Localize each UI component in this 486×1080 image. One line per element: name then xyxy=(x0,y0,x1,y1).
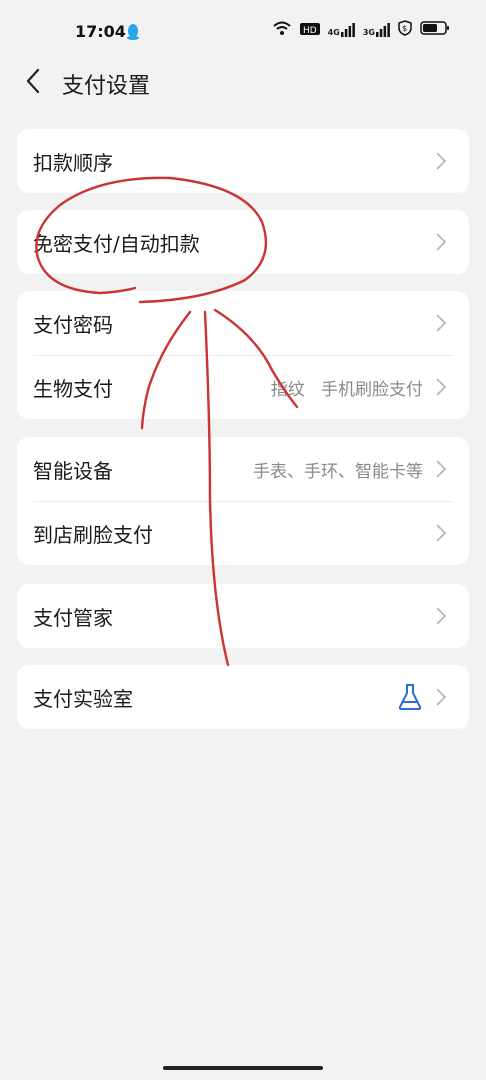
hd-icon: HD xyxy=(299,21,320,40)
shield-icon: $ xyxy=(398,20,412,40)
row-pay-manager[interactable]: 支付管家 xyxy=(17,584,469,648)
row-pay-password[interactable]: 支付密码 xyxy=(17,291,469,355)
row-smart-devices[interactable]: 智能设备 手表、手环、智能卡等 xyxy=(17,437,469,501)
row-label: 扣款顺序 xyxy=(33,150,113,175)
row-label: 支付管家 xyxy=(33,605,113,630)
status-bar: 17:04 HD 4G 3G $ xyxy=(0,0,486,60)
back-button[interactable] xyxy=(18,66,48,100)
chevron-right-icon xyxy=(435,378,447,396)
signal-3g-icon: 3G xyxy=(363,23,390,37)
flask-icon xyxy=(397,683,423,715)
svg-text:$: $ xyxy=(402,24,407,33)
battery-icon xyxy=(420,20,450,40)
wifi-icon xyxy=(272,20,292,40)
chevron-left-icon xyxy=(25,68,41,98)
chevron-right-icon xyxy=(435,607,447,625)
card-devices: 智能设备 手表、手环、智能卡等 到店刷脸支付 xyxy=(17,437,469,565)
card-pay-lab: 支付实验室 xyxy=(17,665,469,729)
header: 支付设置 xyxy=(0,60,486,106)
qq-icon xyxy=(126,23,140,45)
row-in-store-face-pay[interactable]: 到店刷脸支付 xyxy=(17,501,469,565)
row-label: 到店刷脸支付 xyxy=(33,522,153,547)
row-value: 指纹 手机刷脸支付 xyxy=(270,379,423,400)
page-title: 支付设置 xyxy=(62,74,151,99)
status-time: 17:04 xyxy=(75,22,126,41)
chevron-right-icon xyxy=(435,524,447,542)
row-debit-order[interactable]: 扣款顺序 xyxy=(17,129,469,193)
row-label: 智能设备 xyxy=(33,458,113,483)
home-indicator[interactable] xyxy=(163,1066,323,1070)
card-security: 支付密码 生物支付 指纹 手机刷脸支付 xyxy=(17,291,469,419)
row-label: 免密支付/自动扣款 xyxy=(33,231,200,256)
row-pay-lab[interactable]: 支付实验室 xyxy=(17,665,469,729)
row-label: 支付实验室 xyxy=(33,686,133,711)
chevron-right-icon xyxy=(435,460,447,478)
svg-text:HD: HD xyxy=(303,26,317,36)
row-password-free-pay[interactable]: 免密支付/自动扣款 xyxy=(17,210,469,274)
network-4g-label: 4G xyxy=(327,28,340,37)
network-3g-label: 3G xyxy=(362,28,375,37)
row-label: 生物支付 xyxy=(33,376,113,401)
chevron-right-icon xyxy=(435,314,447,332)
row-label: 支付密码 xyxy=(33,312,113,337)
row-value: 手表、手环、智能卡等 xyxy=(253,461,423,482)
chevron-right-icon xyxy=(435,233,447,251)
status-icons: HD 4G 3G $ xyxy=(272,20,450,40)
chevron-right-icon xyxy=(435,152,447,170)
signal-4g-icon: 4G xyxy=(328,23,355,37)
card-pay-manager: 支付管家 xyxy=(17,584,469,648)
chevron-right-icon xyxy=(435,688,447,706)
card-password-free-pay: 免密支付/自动扣款 xyxy=(17,210,469,274)
card-debit-order: 扣款顺序 xyxy=(17,129,469,193)
row-biometric-pay[interactable]: 生物支付 指纹 手机刷脸支付 xyxy=(17,355,469,419)
